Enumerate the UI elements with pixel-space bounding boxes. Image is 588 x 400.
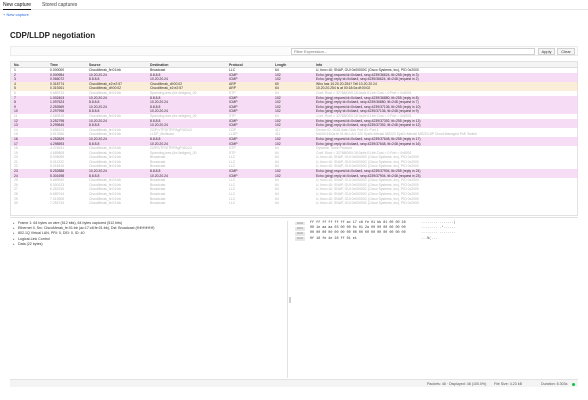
tab-new-capture[interactable]: New capture xyxy=(3,2,32,10)
status-file-size: File Size: 4.23 kB xyxy=(494,382,522,386)
packet-length: 64 xyxy=(275,201,279,206)
new-capture-link[interactable]: + New capture xyxy=(3,12,29,17)
packet-list: No. Time Source Destination Protocol Len… xyxy=(10,61,578,216)
apply-filter-button[interactable]: Apply xyxy=(538,48,555,55)
packet-no: 30 xyxy=(14,201,18,206)
clear-filter-button[interactable]: Clear xyxy=(557,48,575,55)
filter-expression-input[interactable] xyxy=(291,48,535,55)
packet-row[interactable]: 30 7.252744 CiscoMerak_fe:01:bb Broadcast LL… xyxy=(11,201,577,206)
page-title: CDP/LLDP negotiation xyxy=(10,31,96,40)
expand-arrow-icon[interactable]: ▸ xyxy=(13,242,15,247)
hex-ascii: ...N(... xyxy=(421,236,438,241)
packet-rows: 1 0.000000 CiscoMerak_fe:01:bb Broadcast LLC… xyxy=(11,68,577,206)
detail-item-label: Logical-Link Control xyxy=(18,236,50,241)
hex-bytes: 0f 18 fe 4e 28 ff 01 e1 xyxy=(310,236,357,241)
detail-item-label: Data (22 bytes) xyxy=(18,241,43,246)
packet-source: CiscoMerak_fe:01:bb xyxy=(89,201,122,206)
hex-offset: 0000 xyxy=(295,221,305,226)
status-bar: Packets: 48 · Displayed: 48 (100.0%) Fil… xyxy=(10,379,578,387)
vertical-divider[interactable] xyxy=(289,221,291,378)
detail-item-label: 802.1Q Virtual LAN, PRI: 0, DEI: 0, ID: … xyxy=(18,231,85,236)
hex-offset: 0030 xyxy=(295,237,305,241)
packet-time: 7.252744 xyxy=(50,201,65,206)
hex-offset: 0010 xyxy=(295,226,305,231)
detail-item-label: Frame 1: 64 bytes on wire (512 bits), 64… xyxy=(18,221,123,225)
status-packets: Packets: 48 · Displayed: 48 (100.0%) xyxy=(427,382,487,386)
hex-offset: 0020 xyxy=(295,232,305,236)
hex-line: 0030 0f 18 fe 4e 28 ff 01 e1 ...N(... xyxy=(293,237,578,242)
packet-info: U, func=UI; SNAP, OUI 0x00000C (Cisco Sy… xyxy=(316,201,419,206)
detail-item-label: Ethernet II, Src: CiscoMerak_fe:01:bb (a… xyxy=(18,226,155,231)
resize-grip-icon[interactable] xyxy=(289,297,291,303)
status-duration: Duration: 8.303s xyxy=(541,382,568,386)
top-tab-bar: New capture Stored captures xyxy=(0,0,588,10)
detail-tree-item[interactable]: ▸ Data (22 bytes) xyxy=(10,242,287,247)
filter-toolbar: Apply Clear xyxy=(10,46,578,56)
tab-stored-captures[interactable]: Stored captures xyxy=(42,2,77,8)
packet-detail-tree: ▸ Frame 1: 64 bytes on wire (512 bits), 6… xyxy=(10,221,288,378)
packet-protocol: LLC xyxy=(229,201,236,206)
packet-destination: Broadcast xyxy=(150,201,166,206)
hex-dump-pane: 0000 ff ff ff ff ff ff ac 17 c8 fe 01 bb … xyxy=(293,221,578,378)
status-indicator-icon xyxy=(572,382,575,386)
